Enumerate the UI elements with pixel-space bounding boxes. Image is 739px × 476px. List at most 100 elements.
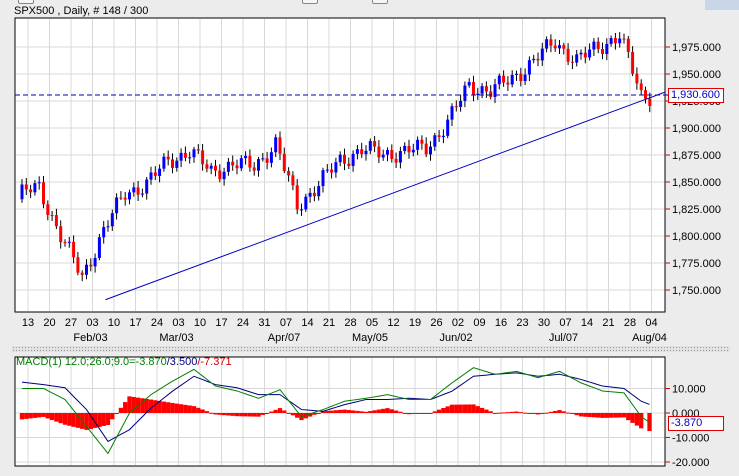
histogram-bar (467, 404, 472, 413)
histogram-bar (174, 403, 179, 413)
histogram-bar (570, 413, 575, 414)
month-label: Apr/07 (268, 332, 300, 344)
histogram-bar (445, 406, 450, 413)
candle-down (360, 149, 364, 155)
histogram-bar (411, 413, 416, 414)
x-tick-label: 13 (22, 317, 34, 329)
candle-up (20, 184, 24, 200)
histogram-bar (338, 409, 343, 413)
histogram-bar (45, 413, 50, 419)
month-label: May/05 (352, 332, 388, 344)
histogram-bar (252, 413, 257, 417)
histogram-bar (234, 413, 240, 417)
month-label: Mar/03 (159, 332, 193, 344)
histogram-bar (49, 413, 55, 421)
x-tick-label: 04 (645, 317, 657, 329)
candle-up (158, 168, 162, 176)
histogram-bar (110, 413, 115, 420)
candle-down (63, 242, 67, 244)
candle-down (484, 86, 488, 92)
x-tick-label: 07 (559, 317, 571, 329)
candle-down (420, 139, 424, 144)
candle-down (536, 58, 540, 61)
candle-up (467, 82, 471, 86)
histogram-bar (286, 412, 291, 414)
macd-y-tick-label: -10.000 (672, 433, 709, 445)
histogram-bar (28, 413, 33, 419)
x-tick-label: 02 (452, 317, 464, 329)
candle-up (609, 38, 613, 44)
histogram-bar (97, 413, 102, 427)
pane-splitter[interactable] (12, 346, 730, 352)
histogram-bar (389, 409, 394, 413)
candle-down (437, 135, 441, 137)
x-tick-label: 17 (215, 317, 227, 329)
histogram-bar (213, 413, 218, 415)
histogram-bar (123, 402, 128, 413)
histogram-bar (553, 410, 558, 413)
candle-up (188, 157, 192, 159)
candle-up (179, 152, 183, 161)
candle-up (140, 193, 144, 195)
candle-up (209, 165, 213, 169)
histogram-bar (510, 411, 515, 413)
histogram-bar (71, 413, 76, 427)
candle-up (476, 93, 480, 96)
candle-up (132, 187, 136, 193)
histogram-bar (501, 412, 506, 414)
histogram-bar (475, 406, 480, 413)
candle-up (149, 172, 153, 180)
candle-down (394, 158, 398, 163)
candle-down (42, 182, 45, 205)
histogram-bar (105, 413, 111, 426)
candle-up (102, 227, 106, 238)
histogram-bar (372, 410, 377, 413)
x-tick-label: 14 (301, 317, 313, 329)
candle-down (626, 38, 630, 52)
candle-up (403, 145, 407, 152)
histogram-bar (19, 413, 25, 420)
histogram-bar (101, 413, 106, 426)
candle-down (153, 172, 157, 176)
y-tick-label: 1,850.000 (672, 177, 721, 189)
candle-up (85, 264, 88, 275)
candle-up (321, 170, 325, 187)
histogram-bar (54, 413, 59, 422)
histogram-bar (424, 413, 429, 414)
candle-up (325, 169, 329, 171)
candle-down (407, 145, 411, 153)
candle-down (72, 241, 76, 258)
x-tick-label: 09 (473, 317, 485, 329)
candle-up (450, 106, 454, 120)
candle-up (33, 183, 37, 193)
x-tick-label: 21 (323, 317, 335, 329)
candle-up (67, 241, 71, 243)
x-tick-label: 31 (258, 317, 270, 329)
candle-up (558, 45, 561, 49)
histogram-bar (381, 408, 386, 413)
histogram-bar (548, 411, 554, 413)
candle-down (166, 156, 170, 160)
histogram-bar (269, 411, 274, 413)
histogram-bar (350, 410, 356, 413)
candle-down (390, 150, 394, 159)
candle-up (446, 119, 450, 136)
histogram-bar (363, 411, 369, 413)
histogram-bar (359, 411, 364, 413)
histogram-bar (385, 408, 390, 413)
histogram-bar (153, 400, 158, 413)
candle-down (506, 82, 510, 85)
histogram-bar (540, 413, 545, 414)
histogram-bar (264, 413, 270, 414)
candle-down (347, 163, 351, 166)
histogram-bar (204, 411, 210, 413)
candle-up (257, 159, 260, 171)
candle-up (497, 75, 501, 85)
month-label: Jul/07 (549, 332, 578, 344)
price-chart[interactable]: 13 20 27 03 10 17 24 03 10 17 24 31 07 14 21 28 05 12 19 26… (0, 0, 739, 476)
candle-up (162, 156, 166, 169)
candle-down (89, 264, 93, 267)
histogram-bar (492, 413, 498, 414)
candle-down (644, 90, 647, 99)
chart-window: SPX500 , Daily, # 148 / 300 13 20 27 03 10 17… (0, 0, 739, 476)
